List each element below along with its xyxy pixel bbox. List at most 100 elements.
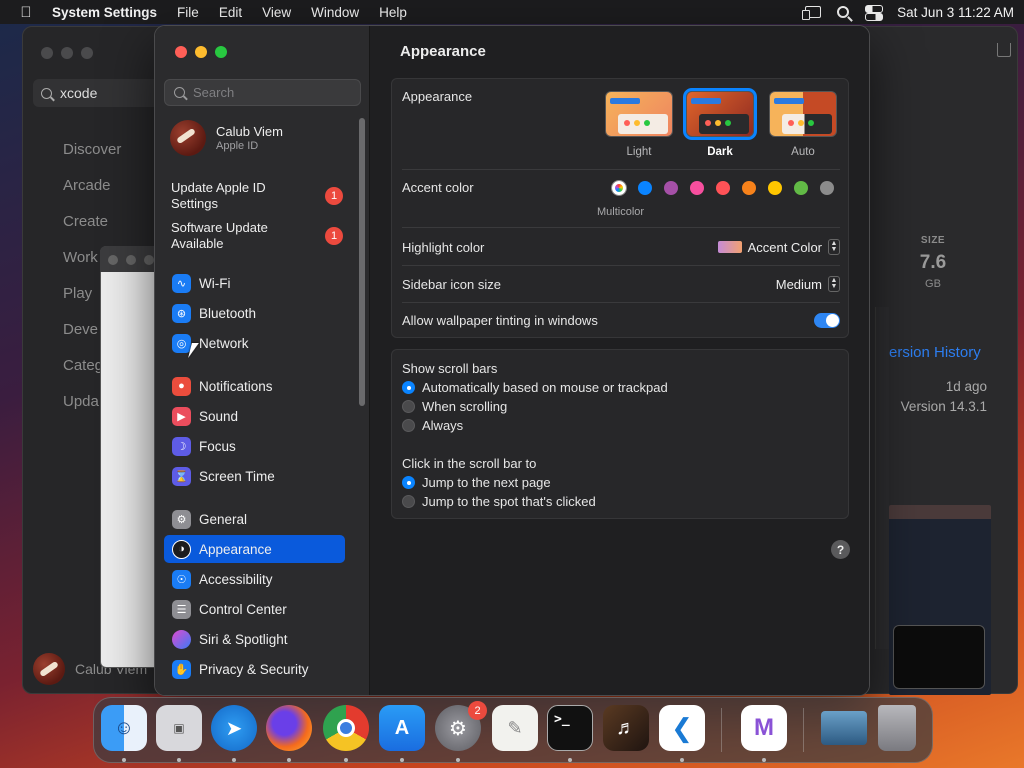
accent-swatch-graphite[interactable] (820, 181, 834, 195)
trash-icon[interactable] (878, 705, 916, 751)
terminal-icon[interactable]: >_ (547, 705, 593, 751)
update-apple-id-settings[interactable]: Update Apple ID Settings 1 (171, 180, 343, 212)
safari-icon[interactable]: ➤ (211, 705, 257, 751)
sidebar-item-label: Focus (199, 438, 236, 454)
sidebar-item-accessibility[interactable]: ☉ Accessibility (164, 565, 345, 593)
apple-menu-icon[interactable]:  (18, 4, 34, 21)
visual-studio-icon[interactable]: M (741, 705, 787, 751)
sidebar-item-label: Screen Time (199, 468, 275, 484)
radio-button[interactable] (402, 476, 415, 489)
close-button[interactable] (41, 47, 53, 59)
control-center-icon[interactable] (865, 5, 884, 21)
theme-option-dark[interactable]: Dark (683, 88, 757, 158)
zoom-button[interactable] (215, 46, 227, 58)
sidebar-scrollbar[interactable] (359, 118, 365, 406)
app-store-nav-create[interactable]: Create (63, 203, 121, 239)
vscode-icon[interactable]: ❮ (659, 705, 705, 751)
accent-swatch-yellow[interactable] (768, 181, 782, 195)
sidebar-item-sound[interactable]: ▶ Sound (164, 402, 345, 430)
radio-button[interactable] (402, 495, 415, 508)
accent-swatch-purple[interactable] (664, 181, 678, 195)
accent-swatch-pink[interactable] (690, 181, 704, 195)
theme-option-light[interactable]: Light (605, 91, 673, 158)
radio-button[interactable] (402, 419, 415, 432)
menu-file[interactable]: File (177, 5, 199, 20)
scroll-option-when-scrolling[interactable]: When scrolling (402, 399, 507, 414)
sidebar-item-notifications[interactable]: ● Notifications (164, 372, 345, 400)
app-store-icon[interactable]: A (379, 705, 425, 751)
sidebar-item-focus[interactable]: ☽ Focus (164, 432, 345, 460)
accent-swatch-red[interactable] (716, 181, 730, 195)
sidebar-item-control-center[interactable]: ☰ Control Center (164, 595, 345, 623)
accent-swatch-blue[interactable] (638, 181, 652, 195)
app-store-scrollbar[interactable] (875, 307, 889, 649)
stage-manager-icon[interactable] (802, 6, 822, 20)
app-store-nav-arcade[interactable]: Arcade (63, 167, 121, 203)
sidebar-item-siri-spotlight[interactable]: Siri & Spotlight (164, 625, 345, 653)
menu-app-name[interactable]: System Settings (52, 5, 157, 20)
radio-button[interactable] (402, 400, 415, 413)
zoom-button[interactable] (81, 47, 93, 59)
sidebar-item-wifi[interactable]: ∿ Wi-Fi (164, 269, 345, 297)
chrome-icon[interactable] (323, 705, 369, 751)
radio-button[interactable] (402, 381, 415, 394)
sidebar-item-label: Privacy & Security (199, 661, 309, 677)
version-history-link[interactable]: ersion History (889, 344, 981, 361)
theme-option-auto[interactable]: Auto (769, 91, 837, 158)
sidebar-item-general[interactable]: ⚙ General (164, 505, 345, 533)
sidebar-item-privacy-security[interactable]: ✋ Privacy & Security (164, 655, 345, 683)
accent-swatch-green[interactable] (794, 181, 808, 195)
software-update-available[interactable]: Software Update Available 1 (171, 220, 343, 252)
accent-swatch-multicolor[interactable] (612, 181, 626, 195)
menu-window[interactable]: Window (311, 5, 359, 20)
accent-swatch-orange[interactable] (742, 181, 756, 195)
divider (402, 227, 840, 228)
siri-icon (172, 629, 191, 649)
minimize-button[interactable] (61, 47, 73, 59)
avatar (170, 120, 206, 156)
launchpad-icon[interactable]: ▣ (156, 705, 202, 751)
accessibility-icon: ☉ (172, 569, 191, 589)
menu-bar:  System Settings File Edit View Window … (0, 0, 1024, 24)
minimized-window-icon[interactable] (821, 711, 867, 745)
close-button[interactable] (175, 46, 187, 58)
sidebar-item-bluetooth[interactable]: ⊛ Bluetooth (164, 299, 345, 327)
app-screenshot[interactable] (889, 505, 991, 695)
background-window (100, 246, 160, 668)
click-option-spot-clicked[interactable]: Jump to the spot that's clicked (402, 494, 596, 509)
menu-view[interactable]: View (262, 5, 291, 20)
highlight-color-popup[interactable]: Accent Color ▲ ▼ (717, 239, 840, 255)
app-store-nav-discover[interactable]: Discover (63, 131, 121, 167)
minimize-button[interactable] (195, 46, 207, 58)
menu-help[interactable]: Help (379, 5, 407, 20)
page-title: Appearance (400, 43, 486, 60)
running-indicator (232, 758, 236, 762)
settings-search-input[interactable]: Search (164, 79, 361, 106)
app-screenshot-device (893, 625, 985, 689)
firefox-icon[interactable] (266, 705, 312, 751)
alert-label: Software Update Available (171, 220, 268, 251)
radio-label: Jump to the next page (422, 475, 551, 490)
system-settings-icon[interactable]: ⚙ 2 (435, 701, 487, 751)
sidebar-item-appearance[interactable]: ◑ Appearance (164, 535, 345, 563)
menu-edit[interactable]: Edit (219, 5, 242, 20)
spotlight-icon[interactable] (837, 6, 850, 18)
scroll-option-automatic[interactable]: Automatically based on mouse or trackpad (402, 380, 668, 395)
garageband-icon[interactable]: ♬ (603, 705, 649, 751)
textedit-icon[interactable]: ✎ (492, 705, 538, 751)
wallpaper-tinting-toggle[interactable] (814, 313, 840, 328)
sidebar-item-label: Sound (199, 408, 239, 424)
click-option-next-page[interactable]: Jump to the next page (402, 475, 551, 490)
sidebar-icon-size-popup[interactable]: Medium ▲ ▼ (776, 276, 840, 292)
help-button[interactable]: ? (831, 540, 850, 559)
scroll-option-always[interactable]: Always (402, 418, 463, 433)
hourglass-icon: ⌛ (172, 466, 191, 486)
app-store-search-field[interactable]: xcode (33, 79, 163, 107)
menu-clock[interactable]: Sat Jun 3 11:22 AM (897, 5, 1014, 20)
finder-icon[interactable]: ☺ (101, 705, 147, 751)
sidebar-item-screen-time[interactable]: ⌛ Screen Time (164, 462, 345, 490)
scroll-bars-title: Show scroll bars (402, 361, 498, 376)
share-icon[interactable] (997, 43, 1011, 57)
sidebar-item-label: Control Center (199, 601, 287, 617)
apple-id-profile[interactable]: Calub Viem Apple ID (170, 120, 283, 156)
